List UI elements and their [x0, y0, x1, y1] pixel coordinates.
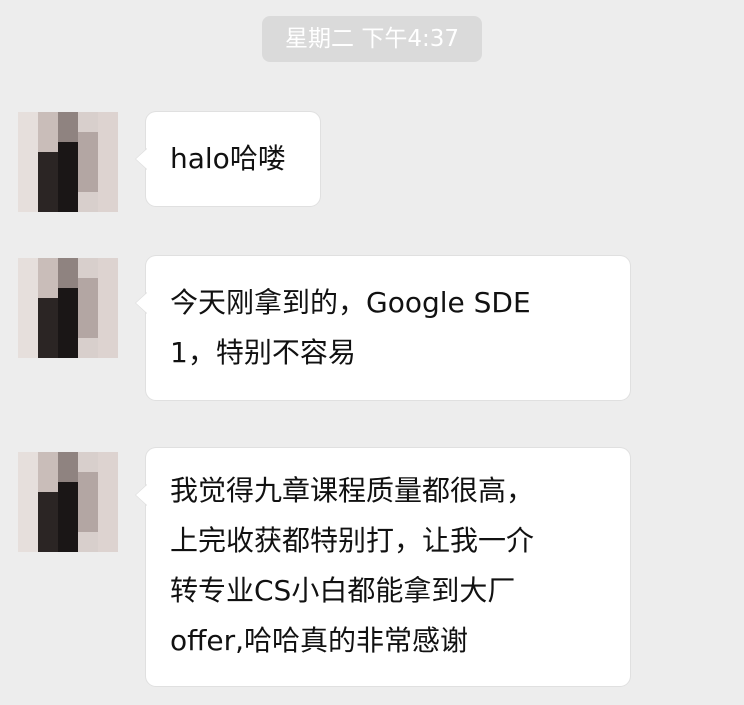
message-text: 今天刚拿到的，Google SDE — [170, 286, 531, 319]
message-text: offer,哈哈真的非常感谢 — [170, 624, 469, 657]
sender-avatar[interactable] — [18, 258, 118, 358]
message-bubble[interactable]: halo哈喽 — [135, 112, 320, 206]
message-text: halo哈喽 — [170, 142, 286, 175]
message-text: 转专业CS小白都能拿到大厂 — [170, 574, 516, 607]
message-bubble[interactable]: 今天刚拿到的，Google SDE 1，特别不容易 — [135, 256, 630, 400]
sender-avatar[interactable] — [18, 452, 118, 552]
timestamp-text: 星期二 下午4:37 — [285, 26, 459, 52]
message-bubble[interactable]: 我觉得九章课程质量都很高， 上完收获都特别打，让我一介 转专业CS小白都能拿到大… — [135, 448, 630, 686]
message-text: 1，特别不容易 — [170, 336, 356, 369]
message-text: 上完收获都特别打，让我一介 — [170, 524, 535, 557]
timestamp-chip: 星期二 下午4:37 — [262, 16, 482, 62]
message-text: 我觉得九章课程质量都很高， — [170, 474, 535, 507]
sender-avatar[interactable] — [18, 112, 118, 212]
